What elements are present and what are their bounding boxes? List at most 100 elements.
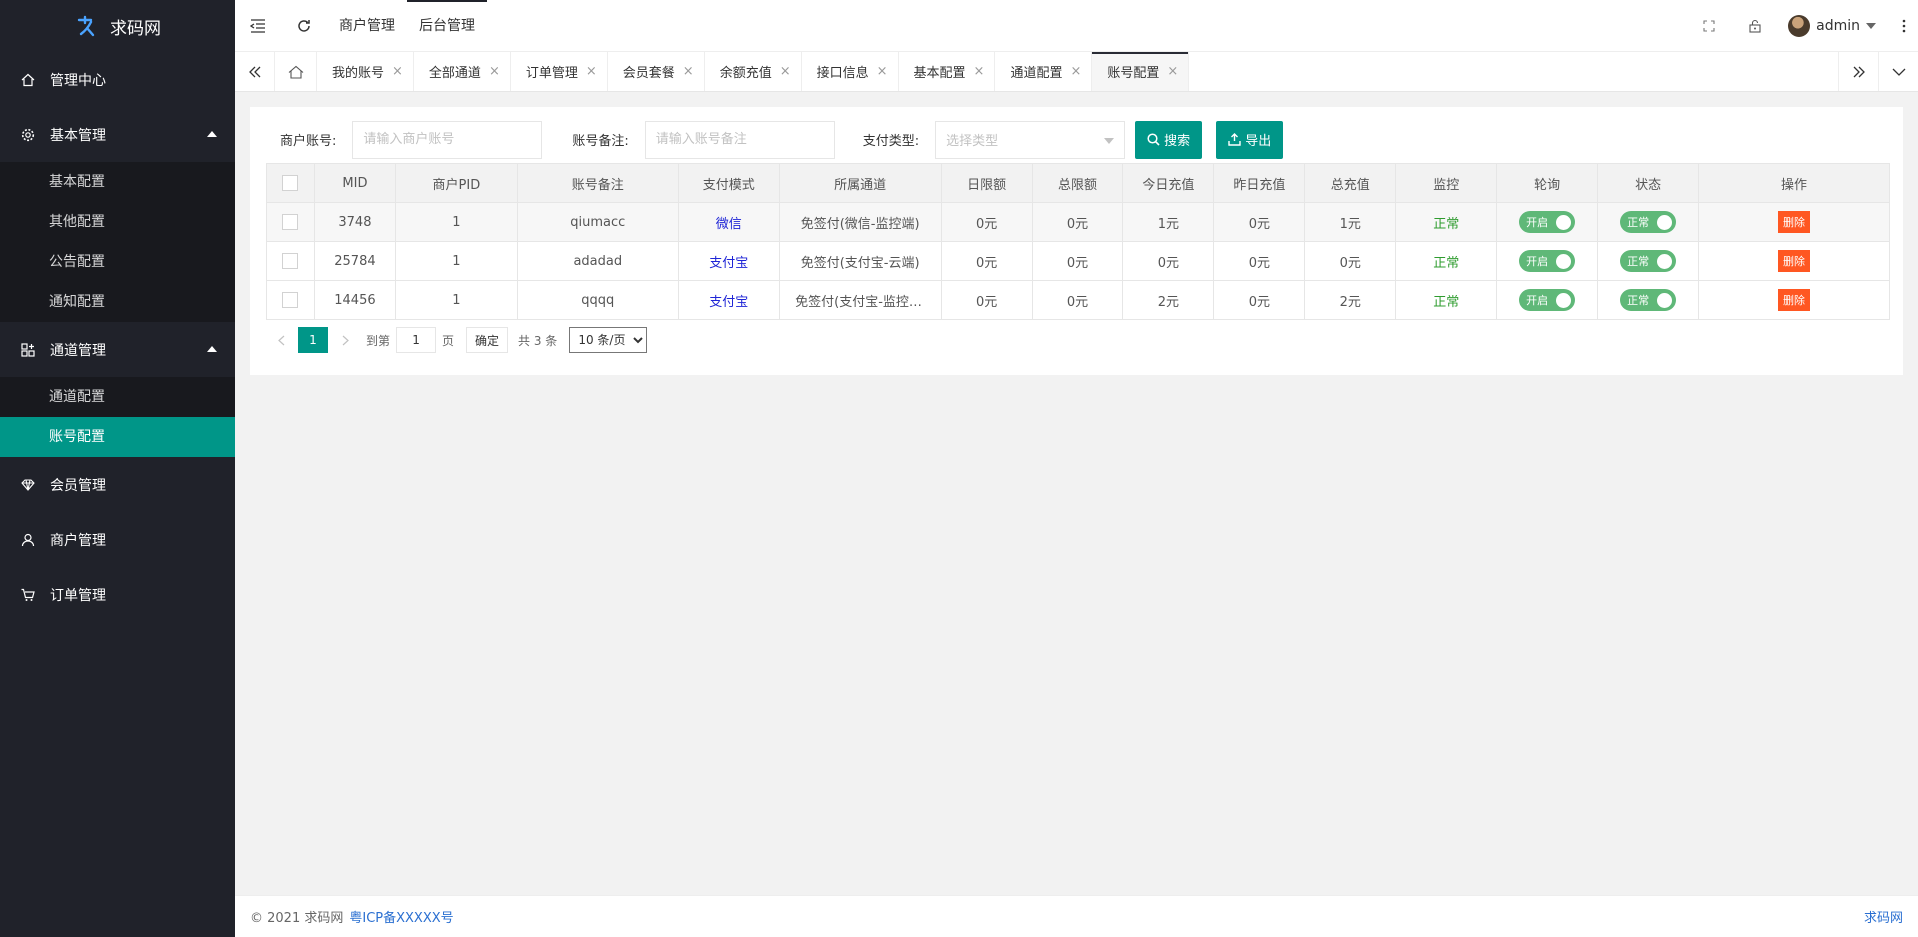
page-size-select[interactable]: 10 条/页 (569, 327, 648, 353)
sub-item-account-config[interactable]: 账号配置 (0, 417, 235, 457)
column-header[interactable]: 操作 (1698, 163, 1890, 203)
row-checkbox[interactable] (282, 253, 299, 269)
column-header[interactable]: 监控 (1395, 163, 1498, 203)
fullscreen-button[interactable] (1686, 0, 1732, 52)
tab-label: 账号配置 (1107, 66, 1160, 81)
logo[interactable]: 求码网 (0, 0, 235, 52)
current-page[interactable]: 1 (298, 327, 328, 353)
select-all-checkbox[interactable] (282, 175, 299, 191)
column-header[interactable]: 日限额 (940, 163, 1033, 203)
fullscreen-icon (1703, 19, 1715, 32)
user-menu[interactable]: admin (1778, 14, 1890, 37)
goto-page-input[interactable] (396, 327, 437, 353)
tab-member-plans[interactable]: 会员套餐 × (608, 52, 705, 91)
column-header[interactable]: 状态 (1597, 163, 1700, 203)
nav-member[interactable]: 会员管理 (0, 457, 235, 512)
close-icon[interactable]: × (1070, 64, 1081, 79)
more-button[interactable] (1890, 0, 1918, 52)
subnav-channel: 通道配置 账号配置 (0, 377, 235, 457)
channel-value: 免签付(支付宝-监控端) (795, 294, 926, 310)
icp-link[interactable]: 粤ICP备XXXXX号 (349, 907, 453, 926)
next-page-button[interactable] (330, 326, 360, 354)
nav-channel[interactable]: 通道管理 (0, 322, 235, 377)
header-link-merchant[interactable]: 商户管理 (327, 0, 407, 52)
tab-all-channels[interactable]: 全部通道 × (414, 52, 511, 91)
table-row[interactable]: 25784 1 adadad 支付宝 免签付(支付宝-云端) 0元 0元 0元 … (266, 241, 1890, 281)
chevron-down-icon (1104, 137, 1115, 144)
nav-channel-label: 通道管理 (50, 342, 106, 359)
table-row[interactable]: 14456 1 qqqq 支付宝 免签付(支付宝-监控端) 0元 0元 2元 0… (266, 280, 1890, 320)
column-header[interactable]: 昨日充值 (1213, 163, 1306, 203)
column-header[interactable]: 商户PID (394, 163, 518, 203)
sub-item-channel-config[interactable]: 通道配置 (0, 377, 235, 417)
total-recharge-cell: 2元 (1304, 280, 1397, 320)
close-icon[interactable]: × (780, 64, 791, 79)
tabs-scroll-left-button[interactable] (235, 52, 275, 91)
tabs-scroll-right-button[interactable] (1838, 52, 1878, 91)
tab-orders[interactable]: 订单管理 × (511, 52, 608, 91)
close-icon[interactable]: × (974, 64, 985, 79)
refresh-button[interactable] (281, 0, 327, 52)
nav-basic[interactable]: 基本管理 (0, 107, 235, 162)
menu-toggle-button[interactable] (235, 0, 281, 52)
close-icon[interactable]: × (586, 64, 597, 79)
sub-item-notice-config[interactable]: 公告配置 (0, 242, 235, 282)
close-icon[interactable]: × (1167, 64, 1178, 79)
action-cell: 删除 (1698, 202, 1890, 242)
column-header[interactable]: MID (313, 163, 396, 203)
column-header[interactable]: 账号备注 (516, 163, 679, 203)
row-checkbox[interactable] (282, 214, 299, 230)
status-toggle[interactable]: 正常 (1620, 289, 1677, 311)
close-icon[interactable]: × (683, 64, 694, 79)
poll-toggle[interactable]: 开启 (1519, 289, 1576, 311)
tab-api-info[interactable]: 接口信息 × (802, 52, 899, 91)
tab-basic-config[interactable]: 基本配置 × (899, 52, 996, 91)
delete-button[interactable]: 删除 (1778, 289, 1811, 311)
table-row[interactable]: 3748 1 qiumacc 微信 免签付(微信-监控端) 0元 0元 1元 0… (266, 202, 1890, 242)
delete-button[interactable]: 删除 (1778, 250, 1811, 272)
mid-cell: 14456 (313, 280, 396, 320)
export-button[interactable]: 导出 (1216, 120, 1284, 159)
merchant-account-input[interactable] (352, 120, 543, 159)
column-header[interactable]: 今日充值 (1122, 163, 1215, 203)
poll-cell: 开启 (1496, 280, 1599, 320)
poll-toggle[interactable]: 开启 (1519, 250, 1576, 272)
tab-account-config[interactable]: 账号配置 × (1092, 52, 1190, 91)
close-icon[interactable]: × (877, 64, 888, 79)
pay-type-select[interactable]: 选择类型 (935, 120, 1126, 159)
column-header[interactable]: 总限额 (1031, 163, 1124, 203)
status-toggle[interactable]: 正常 (1620, 250, 1677, 272)
column-header[interactable]: 总充值 (1304, 163, 1397, 203)
column-header[interactable]: 所属通道 (778, 163, 942, 203)
account-remark-input[interactable] (644, 120, 835, 159)
poll-toggle[interactable]: 开启 (1519, 211, 1576, 233)
sub-item-basic-config[interactable]: 基本配置 (0, 162, 235, 202)
tab-recharge[interactable]: 余额充值 × (705, 52, 802, 91)
chevron-down-icon (1892, 68, 1905, 76)
sub-item-other-config[interactable]: 其他配置 (0, 202, 235, 242)
close-icon[interactable]: × (489, 64, 500, 79)
header-right: admin (1686, 0, 1918, 52)
prev-page-button[interactable] (266, 326, 296, 354)
sub-item-notify-config[interactable]: 通知配置 (0, 282, 235, 322)
column-header[interactable]: 支付模式 (677, 163, 780, 203)
tab-home[interactable] (275, 52, 317, 91)
column-header[interactable]: 轮询 (1496, 163, 1599, 203)
tab-channel-config[interactable]: 通道配置 × (995, 52, 1093, 91)
day-limit-cell: 0元 (940, 241, 1033, 281)
status-toggle[interactable]: 正常 (1620, 211, 1677, 233)
nav-home[interactable]: 管理中心 (0, 52, 235, 107)
footer-brand-link[interactable]: 求码网 (1864, 907, 1903, 926)
tabs-menu-button[interactable] (1878, 52, 1918, 91)
nav-order[interactable]: 订单管理 (0, 567, 235, 622)
goto-confirm-button[interactable]: 确定 (466, 327, 509, 353)
close-icon[interactable]: × (392, 64, 403, 79)
row-checkbox[interactable] (282, 292, 299, 308)
delete-button[interactable]: 删除 (1778, 211, 1811, 233)
tab-my-account[interactable]: 我的账号 × (317, 52, 414, 91)
lock-button[interactable] (1732, 0, 1778, 52)
tab-label: 会员套餐 (622, 66, 675, 81)
header-link-admin[interactable]: 后台管理 (407, 0, 487, 52)
nav-merchant[interactable]: 商户管理 (0, 512, 235, 567)
search-button[interactable]: 搜索 (1135, 120, 1203, 159)
